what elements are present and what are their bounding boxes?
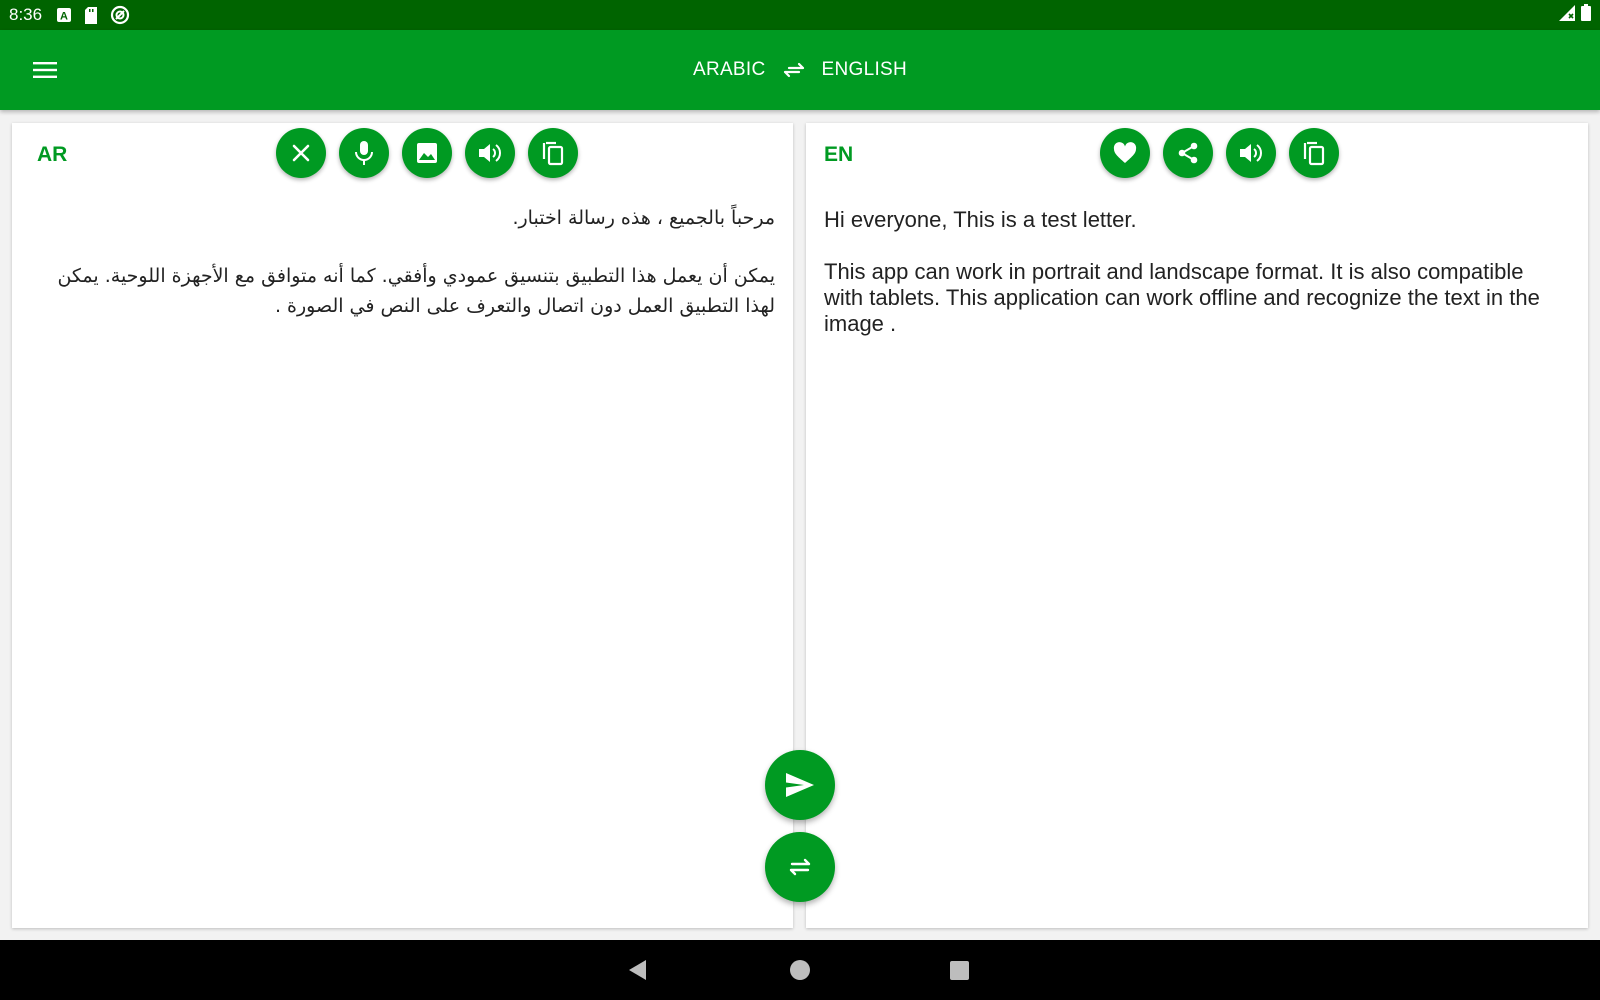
app-toolbar: ARABIC ENGLISH [0,30,1600,110]
translated-text: Hi everyone, This is a test letter. This… [824,207,1564,363]
source-text-panel: AR مرحباً بالجميع ، هذه رسالة اختبار. يم… [12,123,793,928]
image-input-button[interactable] [402,128,452,178]
translate-send-button[interactable] [765,750,835,820]
copy-icon [542,141,564,166]
home-icon[interactable] [790,960,810,980]
microphone-icon [355,141,373,165]
share-button[interactable] [1163,128,1213,178]
source-text[interactable]: مرحباً بالجميع ، هذه رسالة اختبار. يمكن … [42,203,775,349]
system-nav-bar [0,940,1600,1000]
source-speak-button[interactable] [465,128,515,178]
translated-paragraph: This app can work in portrait and landsc… [824,259,1540,336]
target-language-code: EN [824,143,854,166]
heart-icon [1113,142,1137,163]
source-language-button[interactable]: ARABIC [693,59,766,81]
sd-card-icon [84,6,98,24]
close-icon [292,144,310,162]
speaker-icon [479,144,501,162]
target-copy-button[interactable] [1289,128,1339,178]
share-icon [1178,142,1198,164]
voice-input-button[interactable] [339,128,389,178]
translation-panel: EN Hi everyone, This is a test letter. T… [806,123,1588,928]
clear-button[interactable] [276,128,326,178]
svg-text:A: A [60,11,68,23]
translated-paragraph: Hi everyone, This is a test letter. [824,207,1137,232]
image-icon [417,143,437,163]
source-actions [276,128,578,178]
swap-icon [789,858,811,876]
status-bar: 8:36 A [0,0,1600,30]
battery-icon [1581,4,1591,26]
target-speak-button[interactable] [1226,128,1276,178]
sync-icon [110,5,130,25]
signal-icon [1559,4,1575,26]
hamburger-menu-icon[interactable] [25,50,65,90]
swap-text-button[interactable] [765,832,835,902]
recents-icon[interactable] [950,961,969,980]
swap-languages-icon[interactable] [782,58,806,82]
source-language-code: AR [37,143,68,166]
a-notification-icon: A [56,7,72,23]
source-paragraph: مرحباً بالجميع ، هذه رسالة اختبار. [512,207,775,229]
source-paragraph: يمكن أن يعمل هذا التطبيق بتنسيق عمودي وأ… [57,265,775,317]
status-icons-left: A [56,5,130,25]
speaker-icon [1240,144,1262,162]
target-language-button[interactable]: ENGLISH [822,59,908,81]
source-copy-button[interactable] [528,128,578,178]
status-icons-right [1559,4,1591,26]
send-icon [786,773,814,797]
back-icon[interactable] [628,959,648,986]
favorite-button[interactable] [1100,128,1150,178]
language-switcher: ARABIC ENGLISH [0,30,1600,110]
status-time: 8:36 [9,5,43,24]
target-actions [1100,128,1339,178]
copy-icon [1303,141,1325,166]
